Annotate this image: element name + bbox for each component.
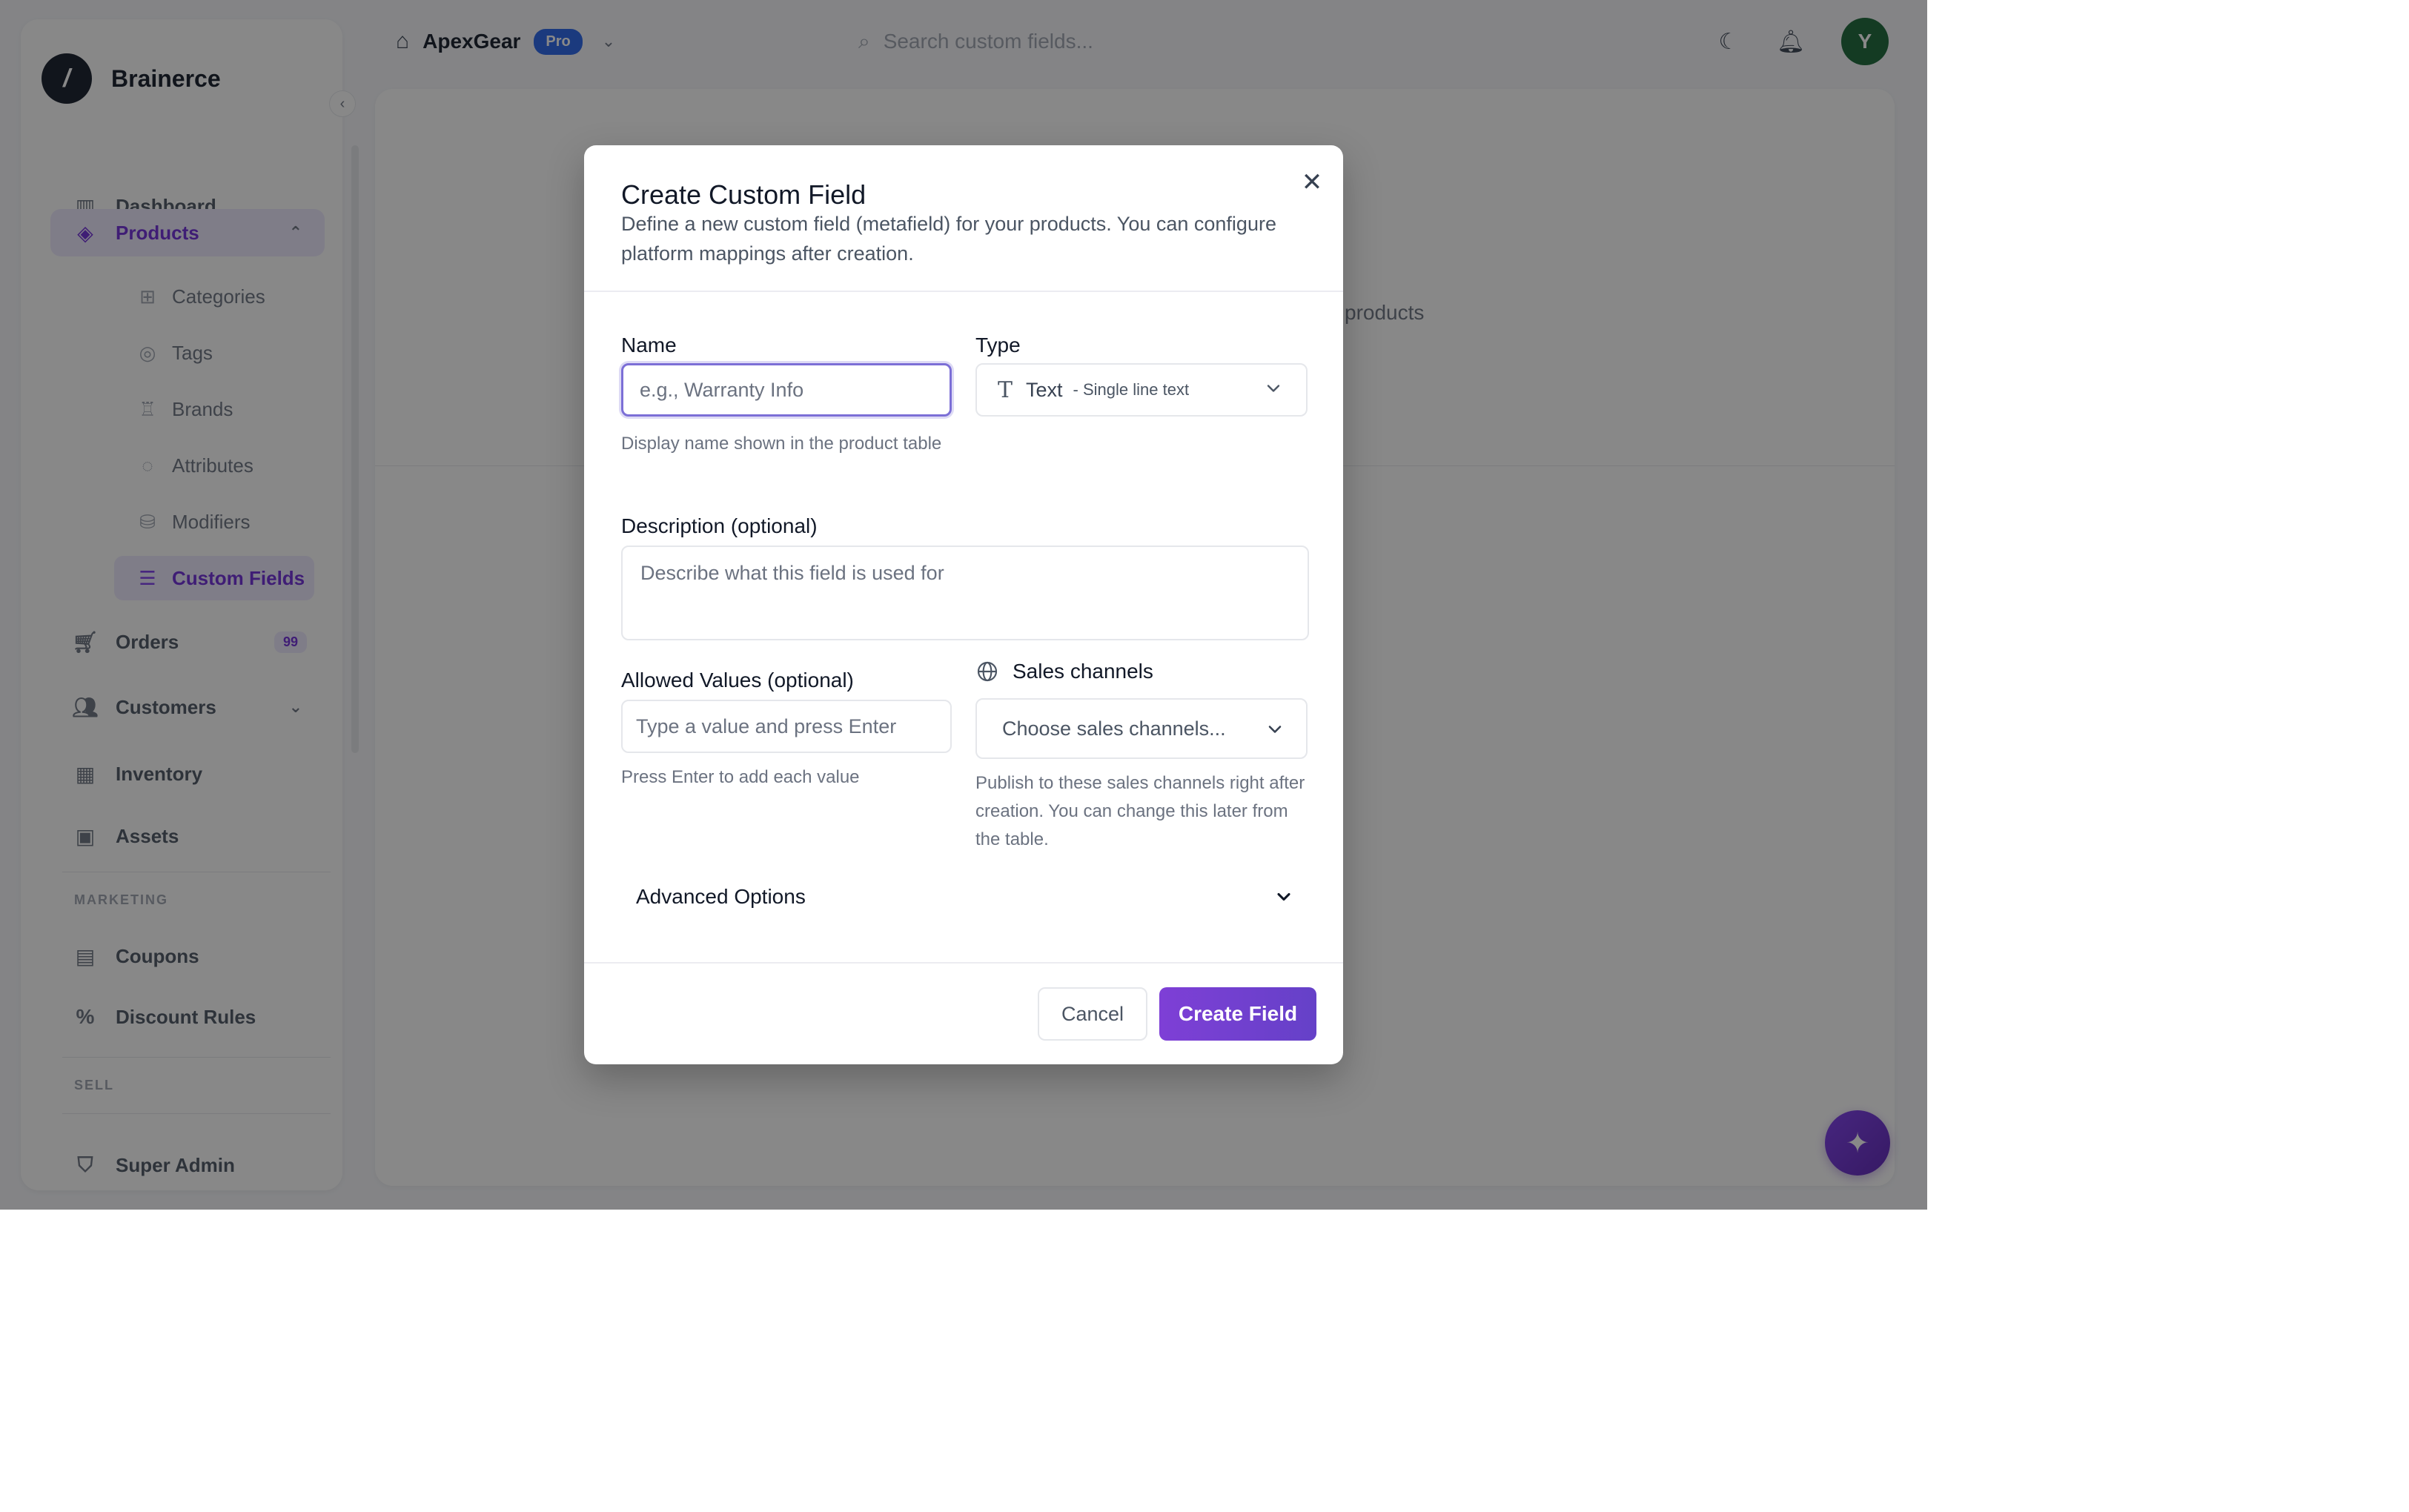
name-label: Name: [621, 334, 677, 357]
sales-channels-help-text: Publish to these sales channels right af…: [975, 773, 1305, 849]
chevron-down-icon: [1268, 726, 1282, 733]
allowed-values-input[interactable]: [621, 700, 952, 753]
type-select[interactable]: T Text - Single line text: [975, 363, 1308, 417]
allowed-values-label: Allowed Values (optional): [621, 669, 854, 692]
chevron-down-icon: [1267, 385, 1280, 392]
app-shell: / Brainerce ▥ Dashboard ◈ Products ⌃ ⊞ C…: [0, 0, 1927, 1210]
sales-channels-label: Sales channels: [975, 660, 1153, 683]
cancel-button[interactable]: Cancel: [1038, 987, 1147, 1041]
text-type-icon: T: [998, 377, 1013, 403]
description-textarea[interactable]: [621, 546, 1309, 640]
name-input[interactable]: [621, 363, 952, 417]
sales-channels-placeholder: Choose sales channels...: [1002, 717, 1226, 740]
advanced-options-toggle[interactable]: Advanced Options: [621, 872, 1310, 922]
close-icon[interactable]: ✕: [1296, 166, 1328, 199]
description-label: Description (optional): [621, 514, 818, 537]
type-selected-subtext: - Single line text: [1073, 380, 1190, 399]
chevron-down-icon: [1277, 892, 1290, 901]
dialog-description: Define a new custom field (metafield) fo…: [621, 213, 1276, 265]
globe-icon: [977, 661, 998, 682]
sales-channels-label-text: Sales channels: [1013, 660, 1153, 683]
advanced-options-label: Advanced Options: [636, 885, 806, 908]
type-selected-value: Text: [1026, 378, 1063, 401]
sales-channels-select[interactable]: Choose sales channels...: [975, 698, 1308, 759]
type-label: Type: [975, 334, 1021, 357]
dialog-footer-divider: [584, 962, 1343, 964]
dialog-title: Create Custom Field: [621, 179, 866, 210]
create-field-button[interactable]: Create Field: [1159, 987, 1316, 1041]
create-custom-field-dialog: ✕ Create Custom Field Define a new custo…: [584, 145, 1343, 1064]
name-help-text: Display name shown in the product table: [621, 434, 942, 454]
allowed-values-help-text: Press Enter to add each value: [621, 767, 860, 787]
dialog-divider: [584, 291, 1343, 292]
